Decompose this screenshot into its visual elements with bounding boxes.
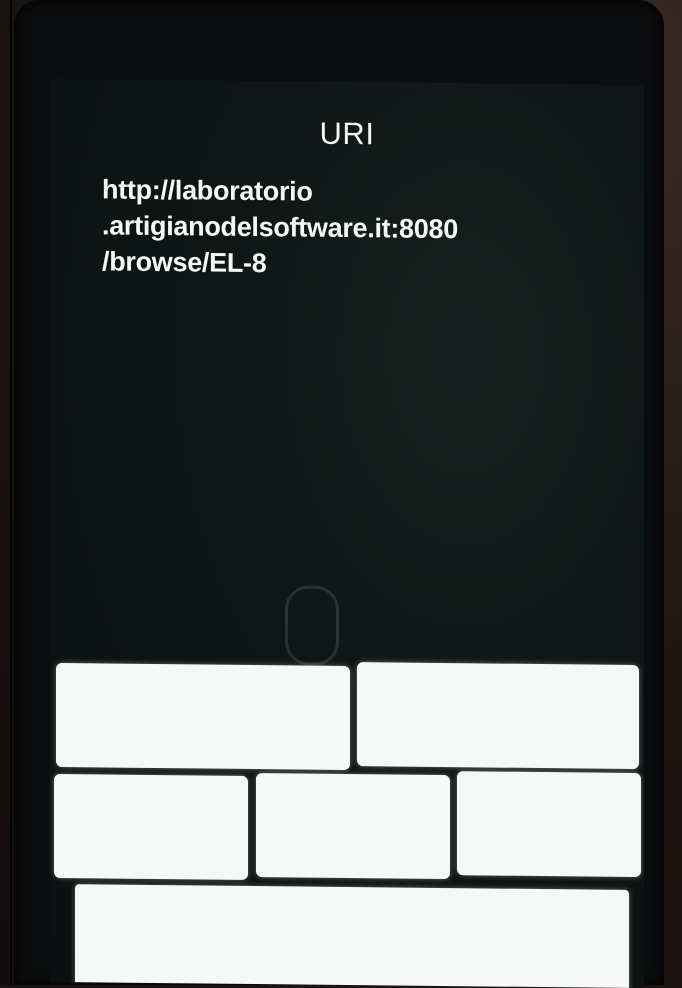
keypad-button-5[interactable] bbox=[457, 771, 641, 878]
phone-screen: URI http://laboratorio .artigianodelsoft… bbox=[50, 78, 644, 988]
uri-line-1: http://laboratorio bbox=[102, 174, 313, 207]
image-border bbox=[10, 0, 12, 985]
keypad-button-6[interactable] bbox=[75, 884, 629, 988]
uri-line-2: .artigianodelsoftware.it:8080 bbox=[102, 210, 458, 245]
home-button-reflection bbox=[285, 585, 339, 666]
uri-value[interactable]: http://laboratorio .artigianodelsoftware… bbox=[102, 171, 622, 284]
keypad-button-2[interactable] bbox=[357, 662, 639, 770]
dialog-title: URI bbox=[319, 115, 375, 152]
keypad bbox=[50, 659, 644, 988]
keypad-button-4[interactable] bbox=[256, 773, 450, 880]
uri-line-3: /browse/EL-8 bbox=[102, 246, 267, 279]
keypad-button-1[interactable] bbox=[56, 662, 350, 771]
keypad-button-3[interactable] bbox=[54, 773, 248, 880]
